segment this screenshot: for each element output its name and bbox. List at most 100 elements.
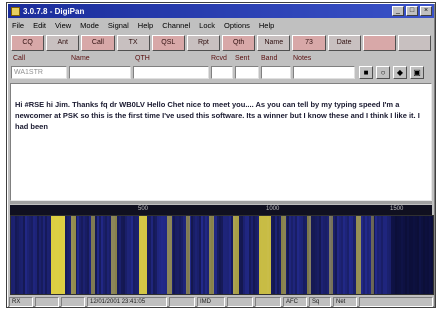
waterfall-noise [183, 216, 185, 294]
qth-field[interactable] [133, 66, 209, 79]
band-field[interactable] [261, 66, 291, 79]
signal-trace [356, 216, 361, 294]
lookup-icon[interactable]: ◆ [393, 66, 407, 79]
menu-help-2[interactable]: Help [259, 21, 274, 30]
maximize-icon[interactable]: □ [406, 6, 418, 16]
waterfall-noise [41, 216, 43, 294]
notes-label: Notes [293, 55, 312, 62]
menu-mode[interactable]: Mode [80, 21, 99, 30]
scale-label-1000: 1000 [266, 206, 280, 212]
waterfall-noise [231, 216, 233, 294]
waterfall-noise [253, 216, 255, 294]
status-squelch[interactable]: Sq [309, 296, 331, 307]
waterfall-noise [157, 216, 159, 294]
macro-button-2[interactable]: Ant [46, 35, 80, 51]
signal-trace [233, 216, 239, 294]
status-cell-12 [359, 296, 433, 307]
waterfall-noise [333, 216, 335, 294]
waterfall-noise [147, 216, 149, 294]
signal-trace [167, 216, 172, 294]
macro-button-10[interactable]: Date [327, 35, 361, 51]
status-afc[interactable]: AFC [283, 296, 307, 307]
macro-button-1[interactable]: CQ [11, 35, 45, 51]
menu-help[interactable]: Help [138, 21, 153, 30]
log-icon[interactable]: ▣ [410, 66, 424, 79]
waterfall-edge [391, 216, 433, 294]
pane-splitter[interactable] [10, 201, 432, 204]
scale-label-1500: 1500 [390, 206, 404, 212]
waterfall-noise [375, 216, 377, 294]
waterfall-noise [37, 216, 39, 294]
waterfall-noise [131, 216, 133, 294]
name-field[interactable] [69, 66, 131, 79]
macro-button-9[interactable]: 73 [292, 35, 326, 51]
waterfall-noise [77, 216, 79, 294]
signal-trace [51, 216, 65, 294]
waterfall-noise [297, 216, 299, 294]
call-label: Call [13, 55, 26, 62]
waterfall-noise [257, 216, 259, 294]
macro-button-4[interactable]: TX [116, 35, 150, 51]
waterfall-noise [81, 216, 83, 294]
menu-signal[interactable]: Signal [108, 21, 129, 30]
waterfall-noise [277, 216, 279, 294]
status-imd: IMD [197, 296, 225, 307]
sent-field[interactable] [235, 66, 259, 79]
waterfall-noise [365, 216, 367, 294]
call-field[interactable]: WA1STR [11, 66, 67, 79]
waterfall-noise [97, 216, 99, 294]
waterfall-noise [217, 216, 219, 294]
signal-trace [329, 216, 333, 294]
menu-edit[interactable]: Edit [33, 21, 46, 30]
menu-view[interactable]: View [55, 21, 71, 30]
app-window: 3.0.7.8 - DigiPan _ □ × File Edit View M… [6, 2, 436, 308]
minimize-icon[interactable]: _ [392, 6, 404, 16]
signal-trace [71, 216, 76, 294]
waterfall-noise [87, 216, 89, 294]
rcvd-field[interactable] [211, 66, 233, 79]
waterfall-noise [95, 216, 97, 294]
waterfall-noise [175, 216, 177, 294]
waterfall-noise [199, 216, 201, 294]
status-bar: RX 12/01/2001 23:41:05 IMD AFC Sq Net [9, 296, 433, 307]
waterfall-noise [17, 216, 19, 294]
macro-button-5[interactable]: QSL [151, 35, 185, 51]
waterfall-noise [383, 216, 385, 294]
waterfall-noise [305, 216, 307, 294]
macro-button-12[interactable] [397, 35, 432, 51]
clear-icon[interactable]: ○ [376, 66, 390, 79]
macro-button-8[interactable]: Name [257, 35, 291, 51]
notes-field[interactable] [293, 66, 355, 79]
waterfall-noise [151, 216, 153, 294]
signal-trace [259, 216, 271, 294]
waterfall-noise [155, 216, 157, 294]
name-label: Name [71, 55, 90, 62]
waterfall-noise [433, 216, 434, 295]
macro-button-7[interactable]: Qth [222, 35, 256, 51]
waterfall-noise [31, 216, 33, 294]
menu-options[interactable]: Options [224, 21, 250, 30]
waterfall-noise [313, 216, 315, 294]
waterfall-noise [15, 216, 17, 294]
waterfall-noise [21, 216, 23, 294]
receive-text: Hi #RSE hi Jim. Thanks fq dr WB0LV Hello… [15, 100, 420, 131]
waterfall-noise [273, 216, 275, 294]
status-net[interactable]: Net [333, 296, 357, 307]
macro-button-11[interactable] [362, 35, 396, 51]
receive-text-panel[interactable]: Hi #RSE hi Jim. Thanks fq dr WB0LV Hello… [10, 83, 432, 201]
waterfall-noise [195, 216, 197, 294]
waterfall-noise [303, 216, 305, 294]
macro-button-3[interactable]: Call [81, 35, 115, 51]
waterfall-noise [343, 216, 345, 294]
save-icon[interactable]: ■ [359, 66, 373, 79]
menu-file[interactable]: File [12, 21, 24, 30]
title-bar[interactable]: 3.0.7.8 - DigiPan _ □ × [8, 4, 434, 18]
macro-button-6[interactable]: Rpt [186, 35, 221, 51]
menu-channel[interactable]: Channel [162, 21, 190, 30]
waterfall-noise [137, 216, 139, 294]
waterfall-display[interactable] [10, 215, 434, 295]
menu-lock[interactable]: Lock [199, 21, 215, 30]
waterfall-noise [311, 216, 313, 294]
close-icon[interactable]: × [420, 6, 432, 16]
waterfall-noise [215, 216, 217, 294]
